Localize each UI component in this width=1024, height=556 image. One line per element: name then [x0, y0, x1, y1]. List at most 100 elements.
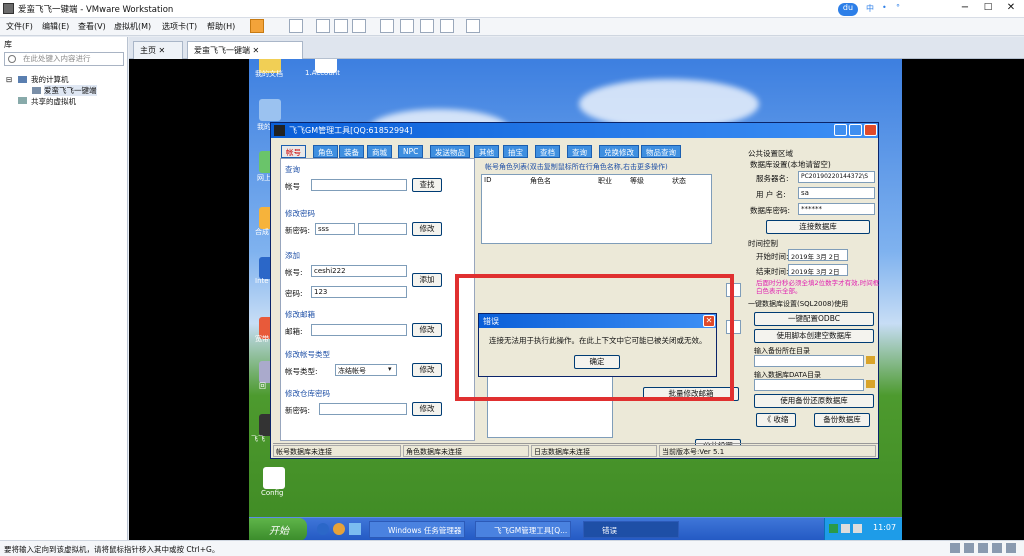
- tab-send-item[interactable]: 发送物品: [430, 145, 470, 158]
- tab-vm[interactable]: 爱蛮飞飞一键端 ✕: [187, 41, 303, 59]
- tab-other[interactable]: 其他: [474, 145, 499, 158]
- change-type-button[interactable]: 修改: [412, 363, 442, 377]
- db-password-input[interactable]: ******: [798, 203, 875, 215]
- chevron-down-icon[interactable]: ▾: [388, 365, 392, 373]
- tab-role[interactable]: 角色: [313, 145, 338, 158]
- tray-icon[interactable]: [853, 524, 862, 533]
- config-odbc-button[interactable]: 一键配置ODBC: [754, 312, 874, 326]
- tab-exchange[interactable]: 兑换修改: [599, 145, 639, 158]
- device-icon[interactable]: [978, 543, 988, 553]
- chrome-icon[interactable]: [333, 523, 345, 535]
- view-library-icon[interactable]: [380, 19, 394, 33]
- taskbar-item-error[interactable]: 错误: [583, 521, 679, 538]
- new-password-input[interactable]: sss: [315, 223, 355, 235]
- bank-password-input[interactable]: [319, 403, 407, 415]
- close-button[interactable]: ✕: [1002, 2, 1020, 15]
- column-header[interactable]: 等级: [630, 176, 644, 186]
- find-button[interactable]: 查找: [412, 178, 442, 192]
- tray-icon[interactable]: [829, 524, 838, 533]
- pause-icon[interactable]: [250, 19, 264, 33]
- minimize-button[interactable]: [834, 124, 847, 136]
- tree-item-shared[interactable]: 共享的虚拟机: [31, 96, 76, 107]
- tab-mall[interactable]: 商城: [367, 145, 392, 158]
- tree-expand-icon[interactable]: ⊟: [6, 75, 12, 84]
- add-password-input[interactable]: 123: [311, 286, 407, 298]
- fullscreen-icon[interactable]: [420, 19, 434, 33]
- taskbar-item-gmtool[interactable]: 飞飞GM管理工具[Q...: [475, 521, 571, 538]
- ime-chinese-icon[interactable]: 中: [866, 3, 874, 14]
- device-icon[interactable]: [964, 543, 974, 553]
- device-icon[interactable]: [1006, 543, 1016, 553]
- end-date-picker[interactable]: 2019年 3月 2日: [788, 264, 848, 276]
- ime-punct-icon[interactable]: •: [882, 3, 887, 12]
- menu-help[interactable]: 帮助(H): [207, 21, 235, 32]
- menu-view[interactable]: 查看(V): [78, 21, 106, 32]
- tab-npc[interactable]: NPC: [398, 145, 424, 158]
- tab-equip[interactable]: 装备: [339, 145, 364, 158]
- taskbar-item-taskmgr[interactable]: Windows 任务管理器: [369, 521, 465, 538]
- tree-item-vm[interactable]: 爱蛮飞飞一键端: [44, 85, 97, 96]
- close-icon[interactable]: ✕: [253, 46, 260, 55]
- tab-account[interactable]: 帐号: [281, 145, 306, 158]
- ie-icon[interactable]: [317, 523, 329, 535]
- my-computer-icon[interactable]: [259, 99, 281, 121]
- revert-snapshot-icon[interactable]: [334, 19, 348, 33]
- tab-archive[interactable]: 查档: [535, 145, 560, 158]
- connect-db-button[interactable]: 连接数据库: [766, 220, 870, 234]
- add-button[interactable]: 添加: [412, 273, 442, 287]
- email-input[interactable]: [311, 324, 407, 336]
- column-header[interactable]: ID: [484, 176, 491, 184]
- tab-home[interactable]: 主页 ✕: [133, 41, 183, 59]
- query-account-input[interactable]: [311, 179, 407, 191]
- tree-item-my-computer[interactable]: 我的计算机: [31, 74, 69, 85]
- snapshot-manager-icon[interactable]: [352, 19, 366, 33]
- library-search-input[interactable]: 在此处键入内容进行: [4, 52, 124, 66]
- send-keys-icon[interactable]: [289, 19, 303, 33]
- backup-dir-input[interactable]: [754, 355, 864, 367]
- data-dir-input[interactable]: [754, 379, 864, 391]
- minimize-button[interactable]: −: [956, 2, 974, 15]
- tab-query[interactable]: 查询: [567, 145, 592, 158]
- change-bank-pwd-button[interactable]: 修改: [412, 402, 442, 416]
- change-email-button[interactable]: 修改: [412, 323, 442, 337]
- add-account-input[interactable]: ceshi222: [311, 265, 407, 277]
- start-date-picker[interactable]: 2019年 3月 2日: [788, 249, 848, 261]
- menu-file[interactable]: 文件(F): [6, 21, 33, 32]
- desktop-icon[interactable]: [349, 523, 361, 535]
- restore-db-button[interactable]: 使用备份还原数据库: [754, 394, 874, 408]
- collapse-button[interactable]: 《 收缩: [756, 413, 796, 427]
- role-table[interactable]: ID 角色名 职业 等级 状态: [481, 174, 712, 244]
- tab-item-query[interactable]: 物品查询: [641, 145, 681, 158]
- folder-icon[interactable]: [866, 356, 875, 364]
- menu-vm[interactable]: 虚拟机(M): [114, 21, 151, 32]
- view-thumbnail-icon[interactable]: [400, 19, 414, 33]
- menu-tabs[interactable]: 选项卡(T): [162, 21, 197, 32]
- baidu-badge[interactable]: du: [838, 3, 858, 16]
- column-header[interactable]: 职业: [598, 176, 612, 186]
- config-icon[interactable]: [263, 467, 285, 489]
- backup-db-button[interactable]: 备份数据库: [814, 413, 870, 427]
- create-db-script-button[interactable]: 使用脚本创建空数据库: [754, 329, 874, 343]
- unity-icon[interactable]: [440, 19, 454, 33]
- start-button[interactable]: 开始: [249, 518, 307, 540]
- maximize-button[interactable]: [849, 124, 862, 136]
- guest-desktop[interactable]: 我的文档 1.Account 我的 网上 合成 Inte Expl 宽带 回 飞…: [249, 59, 902, 540]
- menu-edit[interactable]: 编辑(E): [42, 21, 69, 32]
- close-icon[interactable]: ✕: [159, 46, 166, 55]
- confirm-password-input[interactable]: [358, 223, 407, 235]
- username-input[interactable]: sa: [798, 187, 875, 199]
- change-password-button[interactable]: 修改: [412, 222, 442, 236]
- device-icon[interactable]: [950, 543, 960, 553]
- column-header[interactable]: 状态: [672, 176, 686, 186]
- column-header[interactable]: 角色名: [530, 176, 551, 186]
- snapshot-icon[interactable]: [316, 19, 330, 33]
- ime-settings-icon[interactable]: °: [896, 3, 900, 12]
- tray-icon[interactable]: [841, 524, 850, 533]
- console-view-icon[interactable]: [466, 19, 480, 33]
- tab-draw[interactable]: 抽宝: [503, 145, 528, 158]
- server-name-input[interactable]: PC20190220144372\S: [798, 171, 875, 183]
- close-button[interactable]: [864, 124, 877, 136]
- folder-icon[interactable]: [866, 380, 875, 388]
- device-icon[interactable]: [992, 543, 1002, 553]
- maximize-button[interactable]: □: [979, 2, 997, 15]
